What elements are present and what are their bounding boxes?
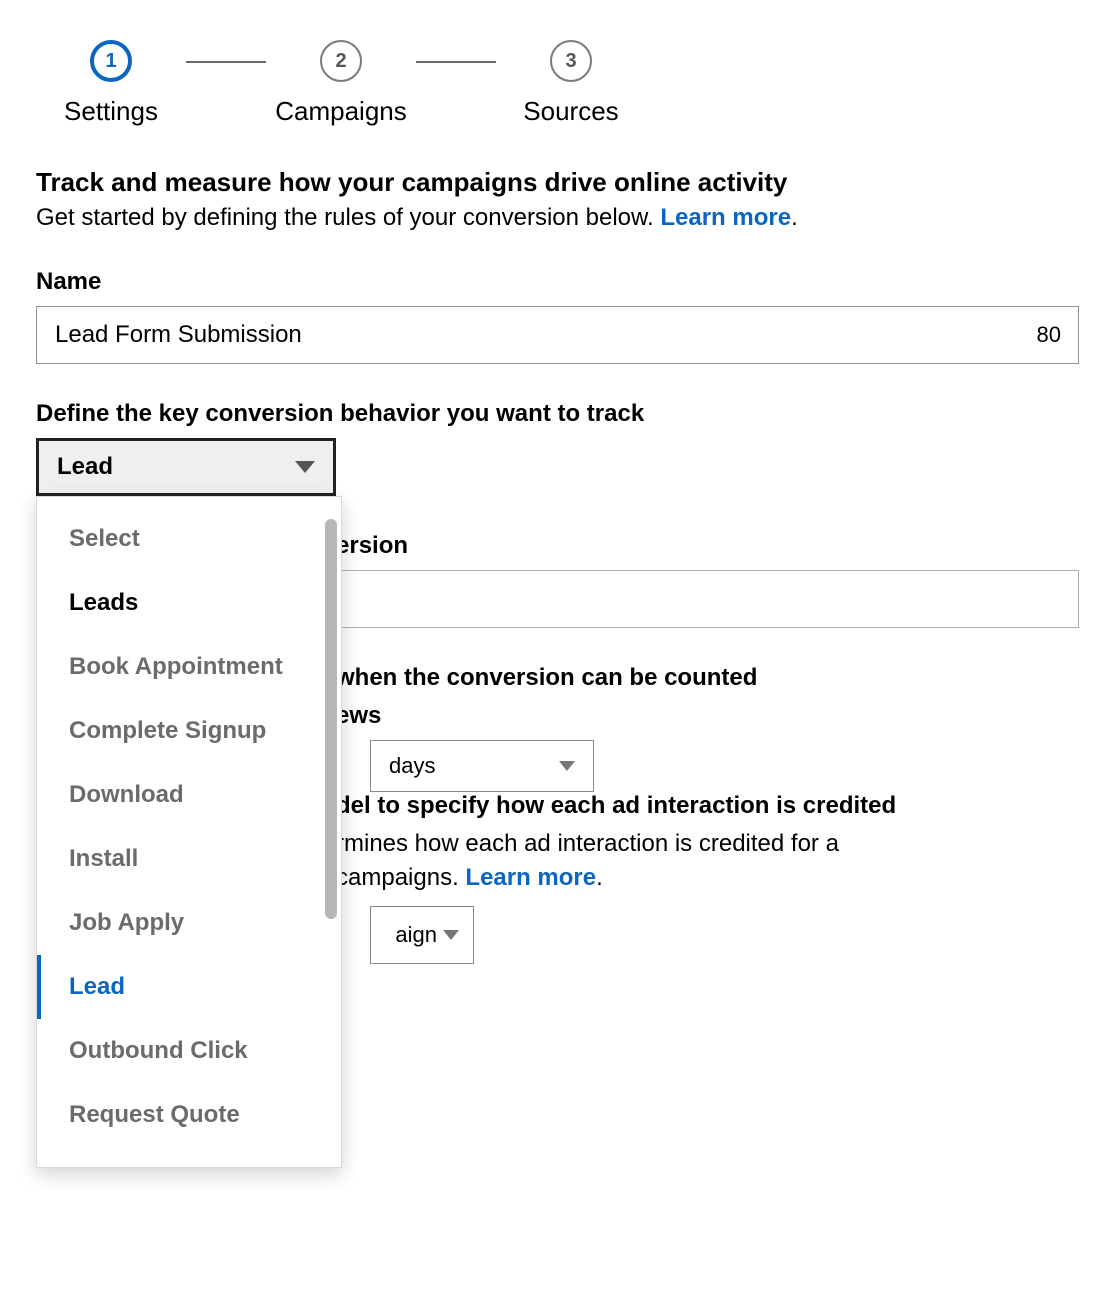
dropdown-group-leads: Leads <box>37 571 341 635</box>
attribution-body-2: campaigns. <box>336 864 465 891</box>
learn-more-link[interactable]: Learn more <box>660 204 791 231</box>
step-number: 3 <box>550 40 592 82</box>
dropdown-option-outbound-click[interactable]: Outbound Click <box>37 1019 341 1083</box>
behavior-label: Define the key conversion behavior you w… <box>36 400 1079 428</box>
days-label: days <box>389 753 435 779</box>
dropdown-option-job-apply[interactable]: Job Apply <box>37 891 341 955</box>
step-connector <box>186 61 266 63</box>
chevron-down-icon <box>295 461 315 473</box>
dropdown-option-book-appointment[interactable]: Book Appointment <box>37 635 341 699</box>
step-label: Campaigns <box>275 96 407 127</box>
behavior-dropdown: Select Leads Book Appointment Complete S… <box>36 496 342 1168</box>
step-campaigns[interactable]: 2 Campaigns <box>266 40 416 127</box>
page-title: Track and measure how your campaigns dri… <box>36 167 1079 198</box>
name-input[interactable] <box>36 306 1079 364</box>
chevron-down-icon <box>559 761 575 771</box>
attribution-learn-more-link[interactable]: Learn more <box>465 864 596 891</box>
step-connector <box>416 61 496 63</box>
step-number: 1 <box>90 40 132 82</box>
step-label: Settings <box>64 96 158 127</box>
step-number: 2 <box>320 40 362 82</box>
step-settings[interactable]: 1 Settings <box>36 40 186 127</box>
chevron-down-icon <box>443 930 459 940</box>
step-label: Sources <box>523 96 618 127</box>
step-sources[interactable]: 3 Sources <box>496 40 646 127</box>
char-counter: 80 <box>1037 322 1061 348</box>
dropdown-option-install[interactable]: Install <box>37 827 341 891</box>
dropdown-option-complete-signup[interactable]: Complete Signup <box>37 699 341 763</box>
dropdown-option-request-quote[interactable]: Request Quote <box>37 1083 341 1147</box>
period: . <box>596 864 603 891</box>
stepper: 1 Settings 2 Campaigns 3 Sources <box>36 40 1079 127</box>
dropdown-option-download[interactable]: Download <box>37 763 341 827</box>
attribution-select-text-partial: aign <box>395 922 437 948</box>
subtitle-text: Get started by defining the rules of you… <box>36 204 660 231</box>
scrollbar[interactable] <box>325 519 337 919</box>
name-label: Name <box>36 268 1079 296</box>
period: . <box>791 204 798 231</box>
dropdown-option-select[interactable]: Select <box>37 507 341 571</box>
attribution-model-select[interactable]: aign <box>370 906 474 964</box>
behavior-select[interactable]: Lead <box>36 438 336 496</box>
behavior-selected-value: Lead <box>57 453 113 481</box>
dropdown-option-lead[interactable]: Lead <box>37 955 341 1019</box>
page-subtitle: Get started by defining the rules of you… <box>36 204 1079 232</box>
views-days-select[interactable]: days <box>370 740 594 792</box>
